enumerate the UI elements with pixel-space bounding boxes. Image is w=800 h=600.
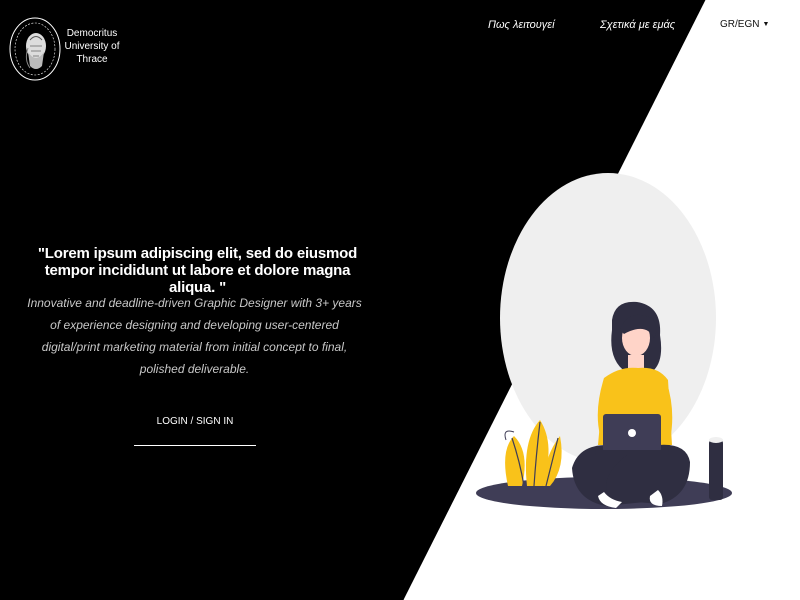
language-selector[interactable]: GR/EGN ▼ [720, 19, 769, 30]
lamp [709, 440, 723, 500]
language-label: GR/EGN [720, 19, 760, 30]
hero-quote: "Lorem ipsum adipiscing elit, sed do eiu… [37, 245, 358, 296]
nav-how-it-works[interactable]: Πως λειτουγεί [488, 19, 555, 31]
university-name: Democritus University of Thrace [64, 28, 120, 65]
hero-description: Innovative and deadline-driven Graphic D… [27, 296, 362, 376]
university-seal-icon [9, 17, 61, 81]
landing-page: Democritus University of Thrace Πως λειτ… [0, 0, 800, 600]
caret-down-icon: ▼ [762, 21, 770, 28]
login-signin-button[interactable]: LOGIN / SIGN IN [134, 408, 256, 446]
woman-with-laptop-illustration [476, 173, 732, 509]
nav-about-us[interactable]: Σχετικά με εμάς [600, 19, 675, 31]
